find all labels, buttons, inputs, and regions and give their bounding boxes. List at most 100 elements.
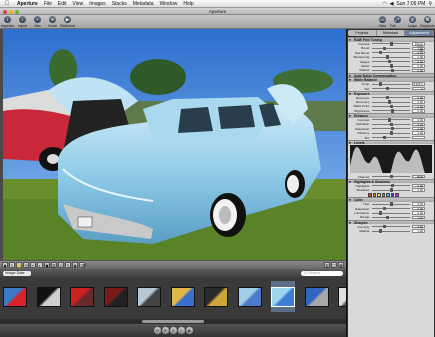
slider-thumb[interactable] [389,122,393,126]
color-swatch[interactable] [395,193,399,197]
slider-thumb[interactable] [389,131,393,135]
adjustment-value-field[interactable]: 0.00 [412,183,425,188]
adjustment-value-field[interactable]: 1.00 [412,229,425,233]
tab-projects[interactable]: Projects [348,30,377,36]
lift-tool-icon[interactable]: ◉ [72,262,78,268]
adjustment-slider[interactable] [372,59,410,64]
filmstrip-thumbnail[interactable] [338,281,346,312]
volume-icon[interactable]: ◀ [390,1,394,7]
adjustment-section-header[interactable]: Levels [348,139,434,145]
adjustment-slider[interactable] [372,46,410,50]
adjustment-slider[interactable] [372,86,410,91]
filmstrip-thumbnail[interactable] [170,281,195,312]
slider-thumb[interactable] [389,174,393,179]
slider-thumb[interactable] [387,118,391,122]
crop-tool-icon[interactable]: ✂ [30,262,36,268]
compare-tool-icon[interactable]: ▥ [51,262,57,268]
adjustment-slider[interactable] [372,131,410,135]
adjustment-slider[interactable] [372,122,410,126]
menu-stacks[interactable]: Stacks [109,1,130,7]
filmstrip-view-icon[interactable]: ▥ [324,262,330,268]
browser-search-input[interactable]: Q Search [301,270,343,276]
retouch-tool-icon[interactable]: ✎ [65,262,71,268]
adjustment-value-field[interactable]: 0.00 [412,55,425,59]
arrow-tool-icon[interactable]: ↖ [9,262,15,268]
slider-thumb[interactable] [382,206,386,211]
adjustment-slider[interactable] [372,95,410,100]
slider-thumb[interactable] [389,64,393,68]
split-view-icon[interactable]: ◫ [331,262,337,268]
menu-edit[interactable]: Edit [55,1,70,7]
slider-thumb[interactable] [382,135,386,140]
adjustment-value-field[interactable]: 0.00 [412,64,425,68]
color-swatch[interactable] [390,193,394,197]
filmstrip-thumbnail[interactable] [3,281,27,312]
adjustment-value-field[interactable]: 1.00 [412,215,425,219]
inspector-button[interactable]: i Inspector [0,15,15,28]
adjustment-value-field[interactable]: 0.00 [412,109,425,113]
adjustment-value-field[interactable]: 0.50 [412,224,425,228]
email-button[interactable]: ✉ Email [45,15,60,28]
adjustment-value-field[interactable]: 1.00 [412,127,425,131]
slider-thumb[interactable] [386,95,389,100]
rotate-right-button[interactable]: ⟳ [161,327,169,334]
slider-thumb[interactable] [387,100,391,104]
slider-thumb[interactable] [389,202,393,206]
adjustment-slider[interactable] [372,82,410,86]
slider-thumb[interactable] [389,188,393,192]
scrollbar-knob[interactable] [142,320,204,323]
menu-view[interactable]: View [70,1,87,7]
filmstrip-thumbnail[interactable] [137,281,161,312]
menu-app[interactable]: Aperture [14,1,41,7]
adjustment-slider[interactable] [372,64,410,68]
image-viewer[interactable] [3,29,346,260]
slider-thumb[interactable] [389,42,393,46]
close-window-icon[interactable] [3,9,7,14]
adjustment-value-field[interactable]: 0.00 [412,206,425,211]
sort-select[interactable]: Image Date [3,270,31,276]
adjustment-slider[interactable] [372,183,410,188]
filmstrip-thumbnail[interactable] [304,281,329,312]
adjustment-slider[interactable] [372,135,410,140]
zoom-window-icon[interactable] [15,9,19,14]
adjustment-slider[interactable] [372,206,410,211]
adjustment-value-field[interactable]: 0.00 [412,188,425,192]
adjustment-value-field[interactable]: Canon EOS 5D [412,42,425,52]
menu-help[interactable]: Help [180,1,196,7]
adjustment-slider[interactable] [372,174,410,179]
levels-histogram[interactable] [350,145,432,181]
slider-thumb[interactable] [382,224,386,229]
adjustment-value-field[interactable]: 0.00 [412,68,425,72]
menu-metadata[interactable]: Metadata [130,1,157,7]
adjustment-slider[interactable] [372,109,410,113]
color-swatch[interactable] [386,193,390,197]
slider-thumb[interactable] [386,215,389,220]
adjustment-value-field[interactable]: 0 [412,86,425,90]
adjustment-slider[interactable] [372,211,410,215]
slider-thumb[interactable] [391,183,395,188]
adjustment-value-field[interactable]: 1.00 [412,46,425,50]
slider-thumb[interactable] [379,211,382,215]
adjustment-value-field[interactable] [412,135,425,140]
filmstrip-thumbnail[interactable] [103,281,128,312]
adjustment-value-field[interactable]: 0.00 [412,202,425,206]
contrast-tool-icon[interactable]: ◐ [37,262,43,268]
slider-thumb[interactable] [379,229,382,233]
color-swatch[interactable] [381,193,385,197]
minimize-window-icon[interactable] [9,9,13,14]
hand-tool-icon[interactable]: ✋ [16,262,22,268]
slider-thumb[interactable] [391,109,395,113]
filmstrip-thumbnail[interactable] [271,281,295,312]
wifi-icon[interactable]: ◠ [382,1,386,7]
filmstrip-thumbnail[interactable] [70,281,94,312]
rotate-tool-icon[interactable]: ⟲ [23,262,29,268]
color-swatch[interactable] [368,193,372,197]
adjustment-slider[interactable] [372,188,410,192]
adjustment-value-field[interactable]: RGB [412,174,425,179]
adjustment-value-field[interactable]: 0.00 [412,100,425,104]
adjustment-slider[interactable] [372,42,410,46]
import-button[interactable]: ↓ Import [15,15,30,28]
reject-button[interactable]: ✕ [169,327,177,334]
selection-tool-icon[interactable]: ◆ [2,262,8,268]
slider-thumb[interactable] [386,55,389,59]
